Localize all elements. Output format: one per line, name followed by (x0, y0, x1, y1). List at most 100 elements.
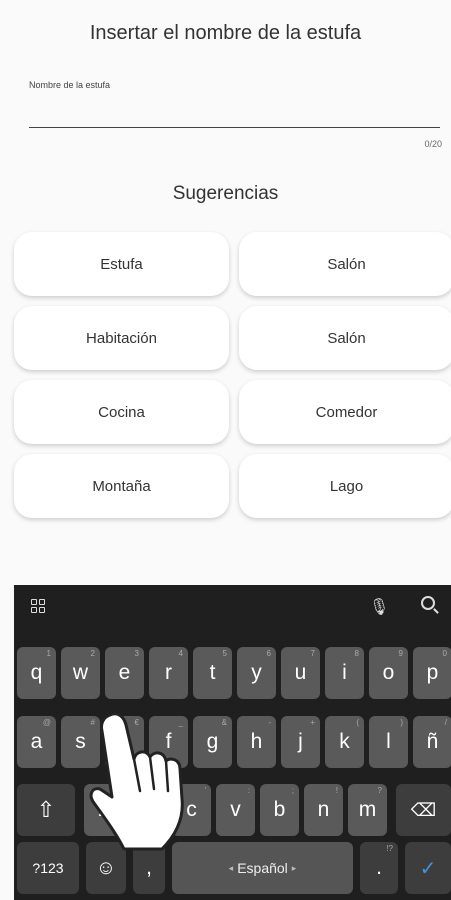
key-label: . (376, 856, 382, 879)
hand-pointer-icon (89, 712, 184, 851)
key-l[interactable]: l) (369, 716, 408, 768)
key-q[interactable]: q1 (17, 647, 56, 699)
key-hint: + (310, 718, 315, 727)
space-label: Español (237, 860, 288, 876)
search-icon[interactable] (421, 596, 435, 610)
key-label: ⌫ (410, 799, 437, 820)
key-label: m (358, 798, 377, 821)
key-y[interactable]: y6 (237, 647, 276, 699)
arrow-left-icon: ◂ (228, 862, 234, 873)
arrow-right-icon: ▸ (291, 862, 297, 873)
suggestion-card[interactable]: Salón (239, 232, 451, 296)
suggestion-card[interactable]: Habitación (14, 306, 229, 370)
apps-grid-icon[interactable] (31, 599, 45, 613)
key-hint: - (268, 718, 271, 727)
suggestion-card[interactable]: Lago (239, 454, 451, 518)
key-e[interactable]: e3 (105, 647, 144, 699)
key-label: k (339, 730, 350, 753)
key-t[interactable]: t5 (193, 647, 232, 699)
microphone-icon[interactable]: 🎙 (369, 597, 389, 617)
key-n[interactable]: n! (304, 784, 343, 836)
key-label: r (165, 661, 172, 684)
key-label: w (72, 661, 89, 684)
key-hint: ) (400, 718, 403, 727)
key-o[interactable]: o9 (369, 647, 408, 699)
key-label: y (251, 661, 262, 684)
key-hint: 0 (442, 649, 447, 658)
key-ñ[interactable]: ñ / (413, 716, 451, 768)
suggestion-card[interactable]: Montaña (14, 454, 229, 518)
key-b[interactable]: b; (260, 784, 299, 836)
soft-keyboard: 🎙 q1w2e3r4t5y6u7i8o9p0a@s#d€f_g&h-j+k(l)… (14, 585, 451, 900)
field-label: Nombre de la estufa (29, 80, 111, 90)
key-hint: ' (204, 786, 206, 795)
key-k[interactable]: k( (325, 716, 364, 768)
key-w[interactable]: w2 (61, 647, 100, 699)
key-label: q (30, 661, 43, 684)
key-label: , (146, 856, 152, 879)
key-label: b (273, 798, 286, 821)
key-r[interactable]: r4 (149, 647, 188, 699)
key-m[interactable]: m? (348, 784, 387, 836)
key-hint: 4 (178, 649, 183, 658)
shift-key[interactable]: ⇧ (17, 784, 75, 836)
key-label: g (206, 730, 219, 753)
key-label: j (298, 730, 303, 753)
key-hint: 3 (134, 649, 139, 658)
key-h[interactable]: h- (237, 716, 276, 768)
key-label: n (317, 798, 330, 821)
key-label: a (30, 730, 43, 753)
key-hint: 9 (398, 649, 403, 658)
key-a[interactable]: a @ (17, 716, 56, 768)
key-hint: 2 (90, 649, 95, 658)
key-label: t (209, 661, 216, 684)
symbols-key[interactable]: ?123 (17, 842, 79, 894)
key-hint: ! (335, 786, 338, 795)
key-hint: 8 (354, 649, 359, 658)
key-u[interactable]: u7 (281, 647, 320, 699)
key-label: e (118, 661, 131, 684)
space-key[interactable]: ◂ Español ▸ (172, 842, 353, 894)
key-i[interactable]: i8 (325, 647, 364, 699)
keyboard-toolbar: 🎙 (14, 585, 451, 635)
key-j[interactable]: j + (281, 716, 320, 768)
key-hint: @ (42, 718, 51, 727)
enter-key[interactable]: ✓ (405, 842, 451, 894)
suggestion-card[interactable]: Cocina (14, 380, 229, 444)
key-label: l (386, 730, 391, 753)
suggestions-grid: Estufa Salón Habitación Salón Cocina Com… (14, 232, 451, 518)
key-g[interactable]: g & (193, 716, 232, 768)
suggestion-card[interactable]: Estufa (14, 232, 229, 296)
key-hint: ? (377, 786, 382, 795)
key-label: v (230, 798, 241, 821)
key-label: ?123 (32, 860, 64, 876)
suggestion-card[interactable]: Comedor (239, 380, 451, 444)
key-label: p (426, 661, 439, 684)
key-hint: 7 (310, 649, 315, 658)
key-v[interactable]: v: (216, 784, 255, 836)
suggestions-title: Sugerencias (172, 183, 279, 204)
key-hint: & (221, 718, 227, 727)
char-counter: 0/20 (424, 139, 442, 149)
page-title: Insertar el nombre de la estufa (89, 22, 362, 44)
key-label: u (294, 661, 307, 684)
key-hint: 6 (266, 649, 271, 658)
key-hint: 5 (222, 649, 227, 658)
key-label: ✓ (419, 857, 437, 880)
key-label: i (342, 661, 347, 684)
key-hint: !? (386, 844, 393, 853)
backspace-key[interactable]: ⌫ (396, 784, 451, 836)
key-label: ☺ (95, 856, 117, 879)
key-label: h (250, 730, 263, 753)
key-hint: : (247, 786, 250, 795)
suggestion-card[interactable]: Salón (239, 306, 451, 370)
key-label: o (382, 661, 395, 684)
period-key[interactable]: .!? (360, 842, 398, 894)
key-p[interactable]: p0 (413, 647, 451, 699)
key-hint: / (444, 718, 447, 727)
name-input-line[interactable] (29, 127, 440, 128)
key-hint: ( (356, 718, 359, 727)
key-hint: ; (291, 786, 294, 795)
key-hint: 1 (46, 649, 51, 658)
key-label: ñ (426, 730, 439, 753)
